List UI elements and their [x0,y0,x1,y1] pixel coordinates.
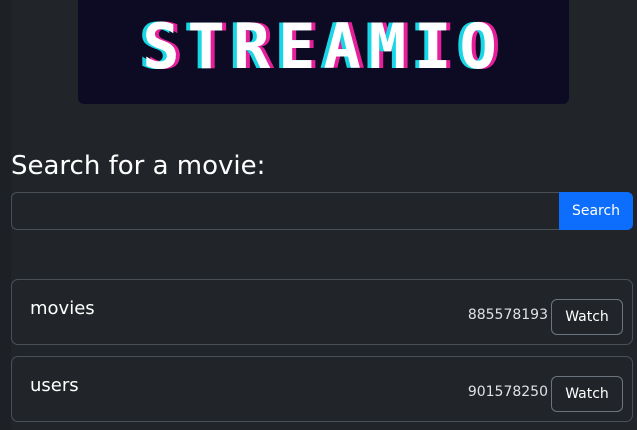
search-button[interactable]: Search [559,192,633,230]
watch-button[interactable]: Watch [551,299,623,335]
result-title: users [30,375,79,396]
result-title: movies [30,298,95,319]
left-edge-strip [0,0,11,430]
search-heading: Search for a movie: [11,151,266,181]
search-form: Search [11,192,633,230]
result-card: users 901578250 Watch [11,356,633,422]
logo-text: STREAMIO [142,10,505,83]
result-number: 901578250 [467,384,548,400]
search-input[interactable] [11,192,559,230]
result-number: 885578193 [467,307,548,323]
watch-button[interactable]: Watch [551,376,623,412]
streamio-logo: STREAMIO [78,0,569,104]
result-card: movies 885578193 Watch [11,279,633,345]
